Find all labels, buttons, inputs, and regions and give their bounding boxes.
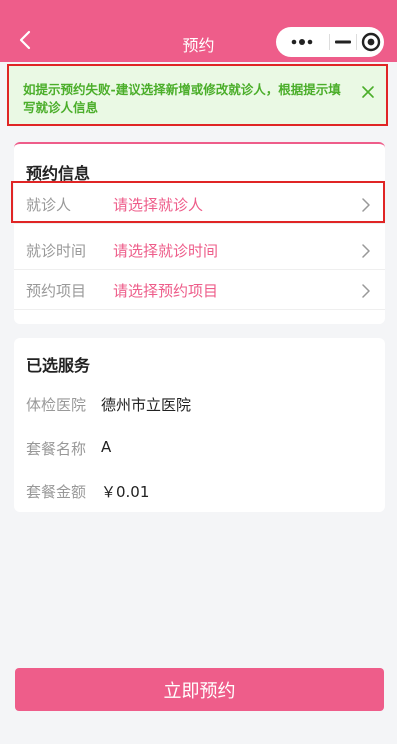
- row-value: 请选择预约项目: [113, 282, 219, 300]
- chevron-right-icon: [362, 198, 370, 212]
- notice-banner: 如提示预约失败-建议选择新增或修改就诊人，根据提示填写就诊人信息: [7, 64, 388, 126]
- row-label: 就诊时间: [26, 242, 87, 260]
- row-patient[interactable]: 就诊人 请选择就诊人: [14, 184, 385, 224]
- chevron-right-icon: [362, 284, 370, 298]
- row-visit-time[interactable]: 就诊时间 请选择就诊时间: [14, 230, 385, 270]
- selected-service-card: 已选服务 体检医院 德州市立医院 套餐名称 A 套餐金额 ￥0.01: [14, 338, 385, 512]
- minimize-button[interactable]: [330, 27, 357, 57]
- book-now-button[interactable]: 立即预约: [15, 668, 384, 711]
- service-label: 体检医院: [26, 396, 87, 414]
- booking-info-title: 预约信息: [26, 164, 91, 183]
- row-label: 预约项目: [26, 282, 87, 300]
- chevron-right-icon: [362, 244, 370, 258]
- service-label: 套餐金额: [26, 483, 87, 501]
- minimize-icon: [334, 40, 351, 44]
- mini-program-capsule: [276, 27, 384, 57]
- close-icon: [362, 86, 374, 98]
- service-value: 德州市立医院: [101, 396, 192, 414]
- target-close-icon: [361, 32, 380, 52]
- more-dots-icon: [291, 39, 313, 45]
- top-nav-bar: 预约: [0, 0, 397, 62]
- service-value: A: [101, 438, 112, 456]
- close-app-button[interactable]: [357, 27, 384, 57]
- service-title: 已选服务: [26, 356, 91, 375]
- service-value: ￥0.01: [101, 483, 150, 501]
- row-label: 就诊人: [26, 196, 72, 214]
- row-value: 请选择就诊人: [113, 196, 204, 214]
- notice-close-button[interactable]: [358, 82, 378, 102]
- row-value: 请选择就诊时间: [113, 242, 219, 260]
- row-booking-item[interactable]: 预约项目 请选择预约项目: [14, 270, 385, 310]
- more-button[interactable]: [276, 27, 329, 57]
- booking-info-card: 预约信息 就诊人 请选择就诊人 就诊时间 请选择就诊时间 预约项目 请选择预约项…: [14, 142, 385, 324]
- notice-text: 如提示预约失败-建议选择新增或修改就诊人，根据提示填写就诊人信息: [23, 82, 341, 115]
- service-label: 套餐名称: [26, 440, 87, 458]
